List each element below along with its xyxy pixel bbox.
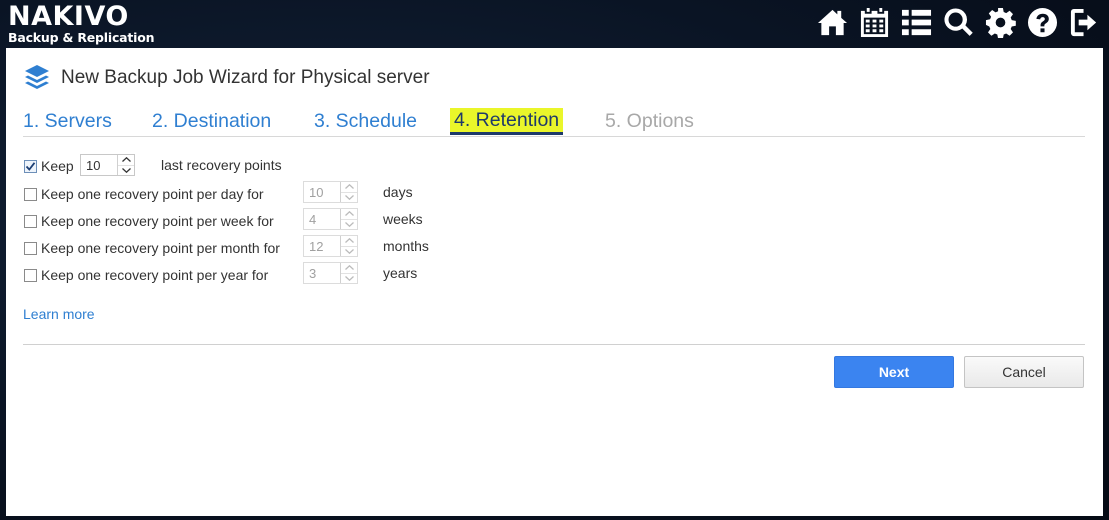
per-year-input: [304, 263, 340, 283]
logout-icon[interactable]: [1068, 6, 1101, 39]
per-week-unit: weeks: [383, 211, 423, 227]
tab-destination[interactable]: 2. Destination: [152, 108, 271, 134]
tab-schedule[interactable]: 3. Schedule: [314, 108, 417, 134]
keep-label: Keep: [41, 158, 74, 174]
per-year-spinner: [340, 263, 357, 283]
calendar-icon[interactable]: [858, 6, 891, 39]
decrement-icon: [341, 191, 357, 203]
per-month-stepper: [303, 235, 358, 257]
retention-row-year: Keep one recovery point per year for: [24, 264, 268, 286]
wizard-steps: 1. Servers 2. Destination 3. Schedule 4.…: [23, 108, 1085, 137]
tab-retention[interactable]: 4. Retention: [450, 108, 564, 135]
retention-row-month: Keep one recovery point per month for: [24, 237, 280, 259]
per-week-checkbox[interactable]: [24, 214, 37, 228]
learn-more-link[interactable]: Learn more: [23, 306, 95, 322]
next-button[interactable]: Next: [834, 356, 954, 388]
per-month-input: [304, 236, 340, 256]
tab-servers[interactable]: 1. Servers: [23, 108, 112, 134]
per-day-checkbox[interactable]: [24, 187, 37, 201]
per-month-spinner: [340, 236, 357, 256]
per-week-label: Keep one recovery point per week for: [41, 213, 274, 229]
decrement-icon[interactable]: [118, 164, 134, 176]
keep-last-suffix: last recovery points: [161, 157, 282, 173]
wizard-title: New Backup Job Wizard for Physical serve…: [61, 67, 430, 88]
per-day-unit: days: [383, 184, 413, 200]
decrement-icon: [341, 218, 357, 230]
retention-row-week: Keep one recovery point per week for: [24, 210, 274, 232]
increment-icon[interactable]: [118, 155, 134, 165]
per-day-label: Keep one recovery point per day for: [41, 186, 264, 202]
increment-icon: [341, 209, 357, 219]
top-bar: NAKIVO Backup & Replication: [0, 0, 1109, 46]
per-week-input: [304, 209, 340, 229]
per-day-input: [304, 182, 340, 202]
per-week-stepper: [303, 208, 358, 230]
per-year-checkbox[interactable]: [24, 268, 37, 282]
help-icon[interactable]: [1026, 6, 1059, 39]
footer-divider: [23, 344, 1085, 345]
per-day-stepper: [303, 181, 358, 203]
increment-icon: [341, 263, 357, 273]
per-month-unit: months: [383, 238, 429, 254]
decrement-icon: [341, 272, 357, 284]
backup-job-icon: [25, 65, 49, 89]
keep-last-row: Keep: [24, 155, 74, 177]
wizard-header: New Backup Job Wizard for Physical serve…: [24, 64, 430, 92]
per-day-spinner: [340, 182, 357, 202]
top-toolbar: [816, 6, 1101, 39]
keep-last-stepper[interactable]: [80, 154, 135, 176]
search-icon[interactable]: [942, 6, 975, 39]
retention-row-day: Keep one recovery point per day for: [24, 183, 264, 205]
decrement-icon: [341, 245, 357, 257]
cancel-button[interactable]: Cancel: [964, 356, 1084, 388]
brand-logo: NAKIVO Backup & Replication: [8, 1, 155, 45]
home-icon[interactable]: [816, 6, 849, 39]
increment-icon: [341, 182, 357, 192]
gear-icon[interactable]: [984, 6, 1017, 39]
keep-last-spinner: [117, 155, 134, 175]
keep-last-input[interactable]: [81, 155, 117, 175]
tab-options: 5. Options: [605, 110, 694, 132]
increment-icon: [341, 236, 357, 246]
per-week-spinner: [340, 209, 357, 229]
per-year-unit: years: [383, 265, 418, 281]
brand-name: NAKIVO: [8, 1, 129, 32]
wizard-panel: New Backup Job Wizard for Physical serve…: [6, 48, 1103, 516]
per-year-stepper: [303, 262, 358, 284]
per-year-label: Keep one recovery point per year for: [41, 267, 269, 283]
brand-tagline: Backup & Replication: [8, 30, 155, 45]
per-month-checkbox[interactable]: [24, 241, 37, 255]
keep-last-checkbox[interactable]: [24, 159, 37, 173]
list-icon[interactable]: [900, 6, 933, 39]
per-month-label: Keep one recovery point per month for: [41, 240, 280, 256]
